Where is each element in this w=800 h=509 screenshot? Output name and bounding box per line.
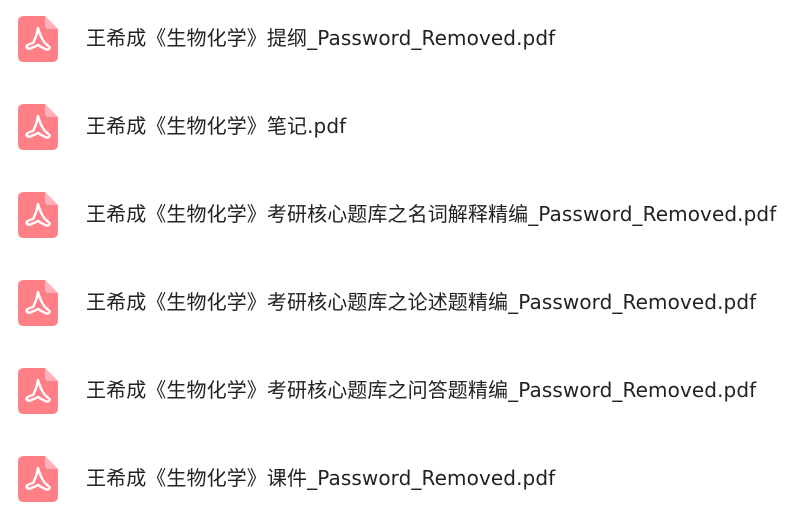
file-name[interactable]: 王希成《生物化学》考研核心题库之论述题精编_Password_Removed.p… (86, 289, 756, 315)
pdf-file-icon (18, 280, 58, 326)
file-item[interactable]: 王希成《生物化学》考研核心题库之问答题精编_Password_Removed.p… (0, 360, 800, 420)
pdf-file-icon (18, 192, 58, 238)
file-name[interactable]: 王希成《生物化学》笔记.pdf (86, 113, 346, 139)
pdf-file-icon (18, 368, 58, 414)
file-name[interactable]: 王希成《生物化学》考研核心题库之问答题精编_Password_Removed.p… (86, 377, 756, 403)
file-item[interactable]: 王希成《生物化学》课件_Password_Removed.pdf (0, 448, 800, 508)
file-name[interactable]: 王希成《生物化学》提纲_Password_Removed.pdf (86, 25, 555, 51)
pdf-file-icon (18, 16, 58, 62)
pdf-file-icon (18, 456, 58, 502)
file-list: 王希成《生物化学》提纲_Password_Removed.pdf 王希成《生物化… (0, 0, 800, 509)
file-name[interactable]: 王希成《生物化学》课件_Password_Removed.pdf (86, 465, 555, 491)
file-name[interactable]: 王希成《生物化学》考研核心题库之名词解释精编_Password_Removed.… (86, 201, 776, 227)
file-item[interactable]: 王希成《生物化学》笔记.pdf (0, 96, 800, 156)
file-item[interactable]: 王希成《生物化学》考研核心题库之论述题精编_Password_Removed.p… (0, 272, 800, 332)
file-item[interactable]: 王希成《生物化学》提纲_Password_Removed.pdf (0, 8, 800, 68)
pdf-file-icon (18, 104, 58, 150)
file-item[interactable]: 王希成《生物化学》考研核心题库之名词解释精编_Password_Removed.… (0, 184, 800, 244)
